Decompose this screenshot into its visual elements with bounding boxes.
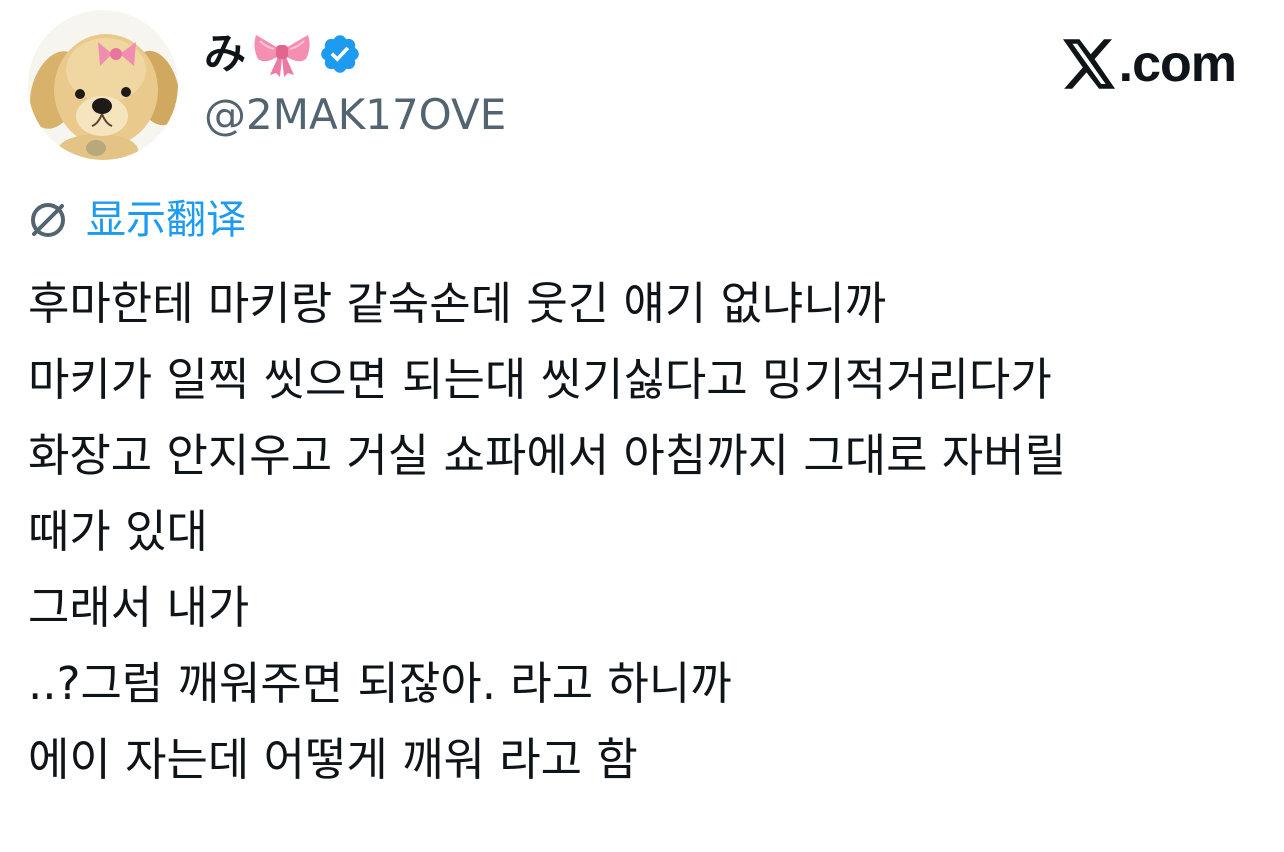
tweet-text-line: 마키가 일찍 씻으면 되는대 씻기싫다고 밍기적거리다가 [28, 353, 1052, 406]
x-logo-icon [1062, 39, 1117, 89]
tweet-text: 후마한테 마키랑 같숙손데 웃긴 얘기 없냐니까 마키가 일찍 씻으면 되는대 … [28, 266, 1258, 798]
tweet-text-line: 에이 자는데 어떻게 깨워 라고 함 [28, 733, 638, 786]
name-row[interactable]: み [204, 24, 362, 84]
tweet-text-line: 화장고 안지우고 거실 쇼파에서 아침까지 그대로 자버릴 [28, 429, 1067, 482]
verified-badge-icon[interactable] [318, 32, 362, 76]
plush-puppy-image [28, 10, 178, 160]
bow-emoji-icon [252, 31, 312, 77]
show-translation-button[interactable]: 显示翻译 [28, 200, 246, 240]
globe-icon [28, 200, 68, 240]
avatar[interactable] [28, 10, 178, 160]
tweet-text-line: 후마한테 마키랑 같숙손데 웃긴 얘기 없냐니까 [28, 277, 887, 330]
tweet-text-line: 때가 있대 [28, 505, 208, 558]
tweet-header: み @2MAK17OVE .com [28, 10, 1237, 160]
x-com-logo: .com [1062, 35, 1237, 93]
brand-domain-text: .com [1118, 35, 1237, 93]
tweet-text-line: 그래서 내가 [28, 581, 250, 634]
display-name[interactable]: み [204, 33, 246, 75]
user-handle[interactable]: @2MAK17OVE [204, 94, 506, 136]
tweet-text-line: ..?그럼 깨워주면 되잖아. 라고 하니까 [28, 657, 732, 710]
show-translation-label[interactable]: 显示翻译 [86, 200, 246, 240]
